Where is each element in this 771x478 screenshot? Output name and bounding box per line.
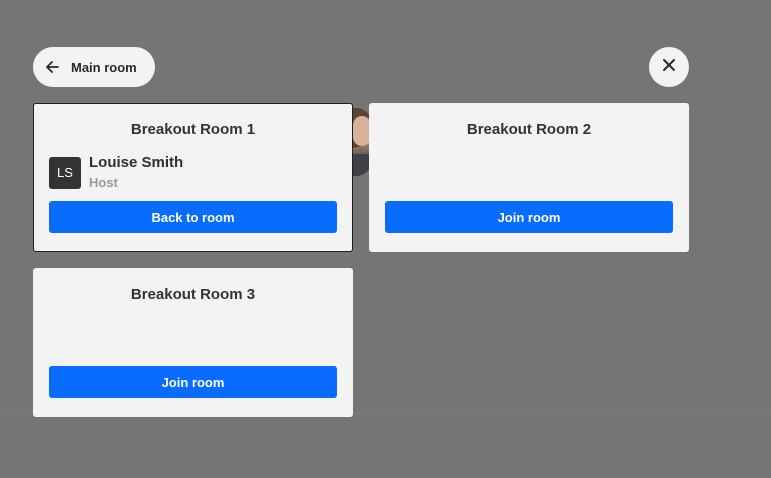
participant-name: Louise Smith	[89, 154, 184, 171]
room-title: Breakout Room 3	[130, 286, 256, 303]
room-title: Breakout Room 2	[466, 121, 592, 138]
room-title: Breakout Room 1	[130, 121, 256, 138]
avatar: LS	[49, 156, 81, 189]
join-room-button[interactable]: Join room	[385, 201, 673, 233]
participant-role: Host	[89, 175, 118, 190]
join-room-button[interactable]: Join room	[49, 366, 337, 398]
arrow-left-icon	[42, 57, 62, 77]
main-room-button[interactable]: Main room	[33, 47, 155, 87]
main-room-label: Main room	[71, 59, 137, 75]
back-to-room-button[interactable]: Back to room	[49, 201, 337, 233]
room-card-3: Breakout Room 3 Join room	[33, 268, 353, 417]
participant-info: Louise Smith Host	[89, 154, 183, 191]
room-card-2: Breakout Room 2 Join room	[369, 103, 689, 252]
close-button[interactable]	[649, 47, 689, 87]
close-icon	[662, 58, 676, 77]
room-card-1: Breakout Room 1 LS Louise Smith Host Bac…	[33, 103, 353, 252]
participant-item: LS Louise Smith Host	[49, 154, 183, 191]
